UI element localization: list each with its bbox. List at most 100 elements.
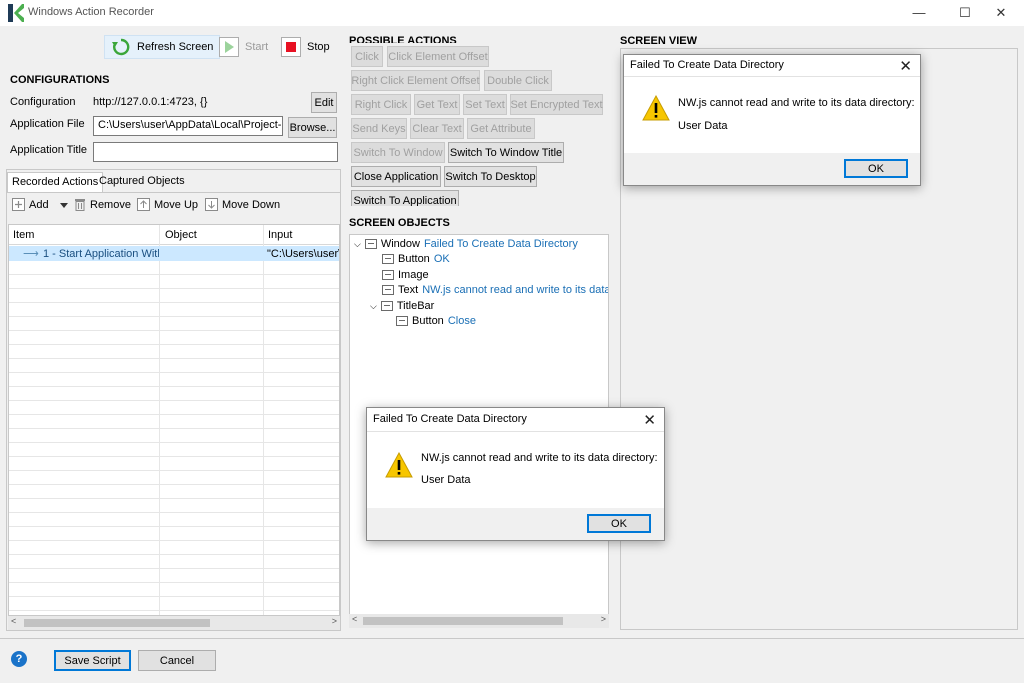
expand-chevron-icon[interactable]: ⌵ — [354, 239, 361, 250]
tab-recorded-actions[interactable]: Recorded Actions — [7, 172, 104, 192]
node-type-label: Button — [412, 315, 444, 327]
switch-to-window-title-button[interactable]: Switch To Window Title — [448, 142, 564, 163]
preview-dialog-title: Failed To Create Data Directory — [630, 59, 784, 71]
double-click-button[interactable]: Double Click — [484, 70, 552, 91]
column-header-input[interactable]: Input — [268, 229, 292, 241]
node-type-label: Image — [398, 269, 429, 281]
preview-dialog-body: NW.js cannot read and write to its data … — [624, 77, 920, 155]
move-up-button[interactable]: Move Up — [137, 198, 198, 211]
column-header-object[interactable]: Object — [165, 229, 197, 241]
tree-horizontal-scrollbar[interactable]: < > — [349, 614, 609, 628]
node-name-label: OK — [433, 253, 450, 265]
save-script-button[interactable]: Save Script — [54, 650, 131, 671]
error-dialog-title: Failed To Create Data Directory — [373, 413, 527, 425]
configuration-value: http://127.0.0.1:4723, {} — [93, 96, 208, 108]
tree-node-titlebar[interactable]: ⌵ TitleBar — [370, 300, 434, 312]
empty-row — [9, 570, 339, 583]
warning-icon — [385, 452, 413, 478]
refresh-screen-button[interactable]: Refresh Screen — [104, 35, 221, 59]
tree-node-text[interactable]: Text NW.js cannot read and write to its … — [382, 284, 609, 296]
move-down-button[interactable]: Move Down — [205, 198, 280, 211]
clear-text-button[interactable]: Clear Text — [410, 118, 464, 139]
table-row[interactable]: ⟶ 1 - Start Application With "C:\Users\u… — [9, 246, 339, 261]
empty-row — [9, 486, 339, 499]
scrollbar-thumb[interactable] — [24, 619, 210, 627]
get-attribute-button[interactable]: Get Attribute — [467, 118, 535, 139]
empty-row — [9, 584, 339, 597]
cancel-button[interactable]: Cancel — [138, 650, 216, 671]
element-icon — [382, 270, 394, 280]
possible-actions-header: POSSIBLE ACTIONS — [349, 35, 457, 43]
preview-dialog-footer: OK — [624, 153, 920, 185]
add-dropdown-chevron-icon[interactable] — [60, 200, 68, 212]
preview-ok-button[interactable]: OK — [844, 159, 908, 178]
recorded-actions-grid: Item Object Input ⟶ 1 - Start Applicatio… — [8, 224, 340, 616]
empty-row — [9, 262, 339, 275]
arrow-down-icon — [205, 198, 218, 211]
application-file-input[interactable]: C:\Users\user\AppData\Local\Project-M — [93, 116, 283, 136]
empty-row — [9, 360, 339, 373]
get-text-button[interactable]: Get Text — [414, 94, 460, 115]
error-dialog-detail: User Data — [421, 474, 471, 486]
play-icon — [219, 37, 239, 57]
preview-dialog-titlebar: Failed To Create Data Directory ✕ — [624, 55, 920, 77]
screen-view-canvas[interactable]: Failed To Create Data Directory ✕ NW.js … — [620, 48, 1018, 630]
switch-to-desktop-button[interactable]: Switch To Desktop — [444, 166, 537, 187]
configuration-label: Configuration — [10, 96, 76, 108]
set-text-button[interactable]: Set Text — [463, 94, 507, 115]
element-icon — [396, 316, 408, 326]
remove-button[interactable]: Remove — [74, 198, 131, 211]
application-title-input[interactable] — [93, 142, 338, 162]
row-indicator-icon: ⟶ — [23, 248, 39, 260]
set-encrypted-text-button[interactable]: Set Encrypted Text — [510, 94, 603, 115]
footer-divider — [0, 638, 1024, 639]
minimize-button[interactable]: — — [896, 0, 942, 26]
grid-horizontal-scrollbar[interactable]: < > — [8, 616, 340, 630]
click-element-offset-button[interactable]: Click Element Offset — [387, 46, 489, 67]
scroll-left-icon[interactable]: < — [352, 614, 357, 624]
node-type-label: Button — [398, 253, 430, 265]
expand-chevron-icon[interactable]: ⌵ — [370, 301, 377, 312]
send-keys-button[interactable]: Send Keys — [351, 118, 407, 139]
empty-row — [9, 542, 339, 555]
edit-configuration-button[interactable]: Edit — [311, 92, 337, 113]
switch-to-application-button-clip: Switch To Application — [351, 190, 459, 206]
close-icon[interactable]: ✕ — [643, 411, 656, 429]
switch-to-window-button[interactable]: Switch To Window — [351, 142, 445, 163]
refresh-screen-label: Refresh Screen — [137, 41, 214, 53]
switch-to-application-button[interactable]: Switch To Application — [351, 190, 459, 206]
close-application-button[interactable]: Close Application — [351, 166, 441, 187]
click-button[interactable]: Click — [351, 46, 383, 67]
tree-node-window[interactable]: ⌵ Window Failed To Create Data Directory — [354, 238, 578, 250]
preview-dialog[interactable]: Failed To Create Data Directory ✕ NW.js … — [623, 54, 921, 186]
tree-node-button-close[interactable]: Button Close — [396, 315, 476, 327]
node-name-label: NW.js cannot read and write to its data … — [422, 284, 609, 296]
browse-button[interactable]: Browse... — [288, 117, 337, 138]
error-dialog[interactable]: Failed To Create Data Directory ✕ NW.js … — [366, 407, 665, 541]
node-name-label: Failed To Create Data Directory — [423, 238, 578, 250]
empty-row — [9, 374, 339, 387]
right-click-button[interactable]: Right Click — [351, 94, 411, 115]
scroll-right-icon[interactable]: > — [601, 614, 606, 624]
start-button[interactable]: Start — [212, 35, 275, 59]
tree-node-button-ok[interactable]: Button OK — [382, 253, 450, 265]
help-icon[interactable]: ? — [11, 651, 27, 667]
empty-row — [9, 514, 339, 527]
add-button[interactable]: Add — [12, 198, 49, 211]
empty-row — [9, 304, 339, 317]
close-icon[interactable]: ✕ — [899, 57, 912, 75]
tab-captured-objects[interactable]: Captured Objects — [95, 172, 189, 192]
error-ok-button[interactable]: OK — [587, 514, 651, 533]
stop-icon — [281, 37, 301, 57]
scroll-right-icon[interactable]: > — [332, 616, 337, 626]
empty-row — [9, 556, 339, 569]
empty-row — [9, 598, 339, 611]
stop-button[interactable]: Stop — [274, 35, 337, 59]
tree-node-image[interactable]: Image — [382, 269, 429, 281]
right-click-element-offset-button[interactable]: Right Click Element Offset — [351, 70, 480, 91]
close-window-button[interactable]: ✕ — [978, 0, 1024, 26]
scrollbar-thumb[interactable] — [363, 617, 563, 625]
scroll-left-icon[interactable]: < — [11, 616, 16, 626]
empty-row — [9, 402, 339, 415]
column-header-item[interactable]: Item — [13, 229, 34, 241]
